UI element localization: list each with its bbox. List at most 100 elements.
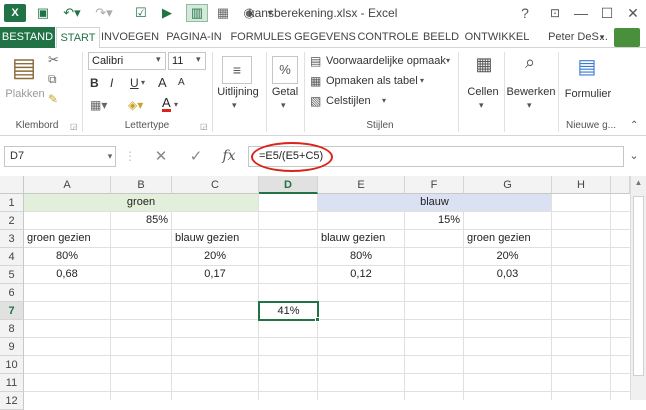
shrink-font-button[interactable]: A xyxy=(178,77,185,88)
tab-gegevens[interactable]: GEGEVENS xyxy=(294,27,356,48)
name-box[interactable]: D7 xyxy=(4,146,116,167)
font-name-dropdown-icon[interactable]: ▾ xyxy=(156,54,161,65)
number-dropdown-icon[interactable]: ▾ xyxy=(281,100,286,111)
font-color-dropdown-icon[interactable]: ▾ xyxy=(174,100,178,109)
cell-a5[interactable]: 0,68 xyxy=(24,266,111,284)
table-icon[interactable]: ▦ xyxy=(214,4,232,22)
column-header-d[interactable]: D xyxy=(259,176,318,194)
row-header-12[interactable]: 12 xyxy=(0,392,24,410)
borders-icon[interactable]: ▦▾ xyxy=(90,98,107,112)
fill-handle[interactable] xyxy=(315,317,320,322)
redo-icon[interactable]: ↷▾ xyxy=(92,4,116,22)
save-icon[interactable]: ▣ xyxy=(34,4,52,22)
cell-styles-icon[interactable]: ▧ xyxy=(310,94,321,108)
editing-dropdown-icon[interactable]: ▾ xyxy=(527,100,532,111)
form-button[interactable]: Formulier xyxy=(560,88,616,100)
user-dropdown-icon[interactable]: ▾ xyxy=(596,27,608,48)
tab-invoegen[interactable]: INVOEGEN xyxy=(101,27,159,48)
italic-button[interactable]: I xyxy=(110,76,113,90)
cell-d7-active[interactable]: 41% xyxy=(258,301,319,321)
cell-a1-c1-groen[interactable]: groen xyxy=(24,194,259,212)
alignment-dropdown-icon[interactable]: ▾ xyxy=(232,100,237,111)
font-color-icon[interactable]: A xyxy=(162,96,171,112)
row-header-8[interactable]: 8 xyxy=(0,320,24,338)
cell-c3[interactable]: blauw gezien xyxy=(172,230,259,248)
form-icon[interactable]: ▶ xyxy=(158,4,176,22)
cell-g5[interactable]: 0,03 xyxy=(464,266,552,284)
vertical-scrollbar[interactable]: ▲ xyxy=(630,176,646,400)
row-header-6[interactable]: 6 xyxy=(0,284,24,302)
cell-f2[interactable]: 15% xyxy=(405,212,464,230)
tab-start[interactable]: START xyxy=(56,27,100,49)
tab-formules[interactable]: FORMULES xyxy=(229,27,293,48)
restore-button[interactable]: ☐ xyxy=(596,3,618,23)
font-size-dropdown-icon[interactable]: ▾ xyxy=(196,54,201,65)
column-header-g[interactable]: G xyxy=(464,176,552,194)
tab-ontwikkelaars[interactable]: ONTWIKKEL xyxy=(463,27,531,48)
tab-pagina-indeling[interactable]: PAGINA-IN xyxy=(160,27,228,48)
column-header-b[interactable]: B xyxy=(111,176,172,194)
avatar[interactable] xyxy=(614,28,640,47)
form-icon[interactable]: ▤ xyxy=(574,54,600,82)
spellcheck-icon[interactable]: ☑ xyxy=(132,4,150,22)
cancel-icon[interactable]: ✕ xyxy=(146,146,176,167)
cell-a4[interactable]: 80% xyxy=(24,248,111,266)
name-box-dropdown-icon[interactable]: ▾ xyxy=(104,146,116,167)
close-button[interactable]: ✕ xyxy=(622,3,644,23)
format-as-table-button[interactable]: Opmaken als tabel xyxy=(326,75,418,87)
font-launcher-icon[interactable]: ◲ xyxy=(200,122,208,131)
paste-icon[interactable]: ▤ xyxy=(6,52,42,92)
column-header-a[interactable]: A xyxy=(24,176,111,194)
row-header-11[interactable]: 11 xyxy=(0,374,24,392)
cell-g3[interactable]: groen gezien xyxy=(464,230,552,248)
clipboard-launcher-icon[interactable]: ◲ xyxy=(70,122,78,131)
cell-styles-dropdown-icon[interactable]: ▾ xyxy=(382,96,386,105)
conditional-format-dropdown-icon[interactable]: ▾ xyxy=(446,56,450,65)
underline-dropdown-icon[interactable]: ▾ xyxy=(141,78,145,87)
bold-button[interactable]: B xyxy=(90,76,99,90)
cell-a3[interactable]: groen gezien xyxy=(24,230,111,248)
row-header-7[interactable]: 7 xyxy=(0,302,24,320)
cell-c5[interactable]: 0,17 xyxy=(172,266,259,284)
cell-e1-g1-blauw[interactable]: blauw xyxy=(318,194,552,212)
fill-color-icon[interactable]: ◈▾ xyxy=(128,98,143,112)
underline-button[interactable]: U xyxy=(130,76,139,90)
expand-formula-bar-icon[interactable]: ⌄ xyxy=(626,146,642,167)
conditional-format-button[interactable]: Voorwaardelijke opmaak xyxy=(326,55,446,67)
column-header-f[interactable]: F xyxy=(405,176,464,194)
camera-icon[interactable]: ◉ xyxy=(240,4,258,22)
format-as-table-dropdown-icon[interactable]: ▾ xyxy=(420,76,424,85)
select-all-corner[interactable] xyxy=(0,176,24,194)
alignment-icon[interactable]: ≡ xyxy=(222,56,252,84)
copy-icon[interactable]: ⧉ xyxy=(48,72,57,87)
cut-icon[interactable]: ✂ xyxy=(48,52,59,68)
binoculars-icon[interactable]: ⌕ xyxy=(518,52,542,80)
customize-icon[interactable]: ▾ xyxy=(264,4,276,22)
row-header-9[interactable]: 9 xyxy=(0,338,24,356)
cell-styles-button[interactable]: Celstijlen xyxy=(326,95,371,107)
cell-b2[interactable]: 85% xyxy=(111,212,172,230)
cell-c4[interactable]: 20% xyxy=(172,248,259,266)
font-name-select[interactable]: Calibri xyxy=(88,52,166,70)
cells-icon[interactable]: ▦ xyxy=(472,54,496,82)
format-painter-icon[interactable]: ✎ xyxy=(48,92,58,106)
cells-dropdown-icon[interactable]: ▾ xyxy=(479,100,484,111)
insert-function-button[interactable]: fx xyxy=(214,146,244,167)
conditional-format-icon[interactable]: ▤ xyxy=(310,54,321,68)
row-header-5[interactable]: 5 xyxy=(0,266,24,284)
worksheet-grid[interactable]: A B C D E F G H 1 2 3 4 5 6 7 8 9 10 11 … xyxy=(0,176,646,410)
minimize-button[interactable]: — xyxy=(570,3,592,23)
paste-button[interactable]: Plakken xyxy=(4,88,46,100)
cell-g4[interactable]: 20% xyxy=(464,248,552,266)
column-header-c[interactable]: C xyxy=(172,176,259,194)
cell-e5[interactable]: 0,12 xyxy=(318,266,405,284)
scrollbar-thumb[interactable] xyxy=(633,196,644,376)
row-header-4[interactable]: 4 xyxy=(0,248,24,266)
alignment-button[interactable]: Uitlijning xyxy=(214,86,262,98)
cell-e4[interactable]: 80% xyxy=(318,248,405,266)
number-button[interactable]: Getal xyxy=(268,86,302,98)
help-button[interactable]: ? xyxy=(514,3,536,23)
collapse-ribbon-icon[interactable]: ⌃ xyxy=(630,120,638,131)
number-format-icon[interactable]: % xyxy=(272,56,298,84)
editing-button[interactable]: Bewerken xyxy=(506,86,556,98)
